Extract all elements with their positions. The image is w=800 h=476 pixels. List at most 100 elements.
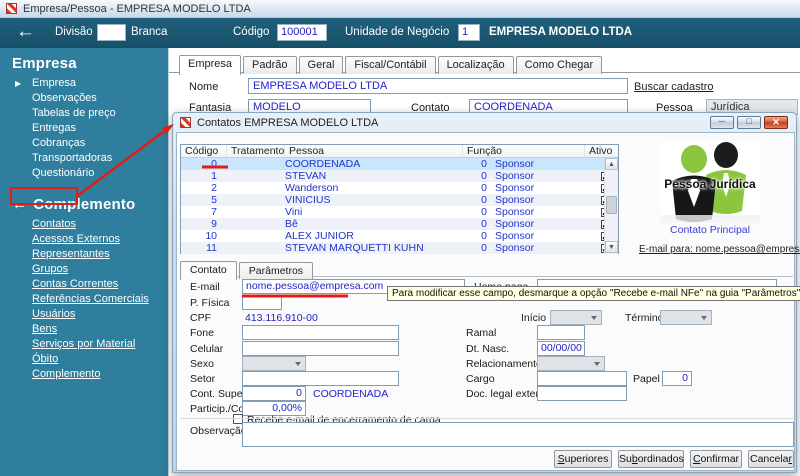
celular-label: Celular (190, 343, 224, 355)
divisao-label: Divisão (55, 26, 93, 38)
tab-empresa[interactable]: Empresa (179, 55, 242, 75)
selected-arrow-icon: ▶ (15, 79, 22, 88)
sidebar-item-usuarios[interactable]: Usuários (0, 307, 168, 322)
dtnasc-input[interactable]: 00/00/00 (537, 341, 585, 356)
sidebar-item-observacoes[interactable]: Observações (0, 91, 168, 106)
table-row[interactable]: 0 COORDENADA 0 Sponsor (181, 158, 618, 170)
main-tabstrip: Empresa Padrão Geral Fiscal/Contábil Localiz… (179, 54, 604, 75)
sidebar-item-cobrancas[interactable]: Cobranças (0, 136, 168, 151)
back-arrow-icon[interactable]: ← (16, 21, 35, 43)
confirmar-button[interactable]: Confirmar (690, 450, 742, 468)
papel-input[interactable]: 0 (662, 371, 692, 386)
table-row[interactable]: 10ALEX JUNIOR0Sponsor✓ (181, 230, 618, 242)
scroll-down-icon[interactable]: ▼ (605, 241, 618, 253)
cancelar-button[interactable]: Cancelar (748, 450, 794, 468)
setor-input[interactable] (242, 371, 399, 386)
tab-como-chegar[interactable]: Como Chegar (515, 56, 603, 74)
dialog-buttons: Superiores Subordinados Confirmar Cancelar (177, 450, 794, 468)
pfisica-input[interactable] (242, 295, 282, 310)
sidebar-section-empresa-items: ▶ Empresa Observações Tabelas de preço Entre… (0, 76, 168, 181)
contatos-dialog: Contatos EMPRESA MODELO LTDA ─ □ ✕ Códig… (172, 112, 800, 473)
sidebar-section-complemento: ← Complemento (12, 196, 136, 213)
table-row[interactable]: 5VINICIUS0Sponsor✓ (181, 194, 618, 206)
subordinados-button[interactable]: Subordinados (618, 450, 684, 468)
sidebar-item-entregas[interactable]: Entregas (0, 121, 168, 136)
setor-label: Setor (190, 373, 216, 385)
tab-padrao[interactable]: Padrão (243, 56, 297, 74)
celular-input[interactable] (242, 341, 399, 356)
dialog-body: Código Tratamento Pessoa Função Ativo 0C… (176, 132, 800, 471)
sidebar-item-questionario[interactable]: Questionário (0, 166, 168, 181)
inicio-select[interactable] (550, 310, 602, 325)
contato-principal-link[interactable]: Contato Principal (660, 224, 760, 236)
divisao-input[interactable] (97, 24, 126, 41)
ramal-input[interactable] (537, 325, 585, 340)
minimize-button[interactable]: ─ (710, 116, 734, 129)
sidebar-item-servicos-por-material[interactable]: Serviços por Material (0, 337, 168, 352)
maximize-button[interactable]: □ (737, 116, 761, 129)
table-row[interactable]: 7Vini0Sponsor✓ (181, 206, 618, 218)
sidebar-item-representantes[interactable]: Representantes (0, 247, 168, 262)
window-title: Empresa/Pessoa - EMPRESA MODELO LTDA (23, 2, 251, 15)
contacts-table-header: Código Tratamento Pessoa Função Ativo (181, 145, 618, 158)
observacao-textarea[interactable] (242, 422, 794, 447)
tab-geral[interactable]: Geral (298, 56, 344, 74)
fone-label: Fone (190, 327, 214, 339)
sidebar-item-contatos[interactable]: Contatos (0, 217, 168, 232)
sidebar-section-empresa: Empresa (12, 55, 77, 72)
sexo-label: Sexo (190, 358, 214, 370)
sidebar-item-tabelas-de-preco[interactable]: Tabelas de preço (0, 106, 168, 121)
unidade-input[interactable]: 1 (458, 24, 480, 41)
inicio-label: Início (521, 312, 547, 324)
relacionamento-select[interactable] (537, 356, 605, 371)
email-para-link[interactable]: E-mail para: nome.pessoa@empresa.com (639, 244, 800, 255)
sidebar-item-transportadoras[interactable]: Transportadoras (0, 151, 168, 166)
sidebar-item-empresa[interactable]: ▶ Empresa (0, 76, 168, 91)
table-scrollbar[interactable]: ▲ ▼ (604, 158, 618, 253)
tab-fiscal-contabil[interactable]: Fiscal/Contábil (345, 56, 436, 74)
sidebar-item-contas-correntes[interactable]: Contas Correntes (0, 277, 168, 292)
sidebar: Empresa ▶ Empresa Observações Tabelas de pr… (0, 48, 168, 476)
cont-superior-input[interactable]: 0 (242, 386, 306, 401)
termino-select[interactable] (660, 310, 712, 325)
dialog-tab-contato[interactable]: Contato (180, 261, 237, 280)
codigo-input[interactable]: 100001 (277, 24, 327, 41)
col-ativo[interactable]: Ativo (585, 145, 612, 157)
superiores-button[interactable]: Superiores (554, 450, 612, 468)
scroll-thumb[interactable] (606, 196, 617, 214)
pessoa-juridica-caption: Pessoa Jurídica (664, 177, 756, 191)
col-codigo[interactable]: Código (181, 145, 227, 157)
tab-localizacao[interactable]: Localização (437, 56, 514, 74)
left-arrow-icon: ← (12, 196, 28, 213)
sexo-select[interactable] (242, 356, 306, 371)
close-button[interactable]: ✕ (764, 116, 788, 129)
sidebar-item-bens[interactable]: Bens (0, 322, 168, 337)
sidebar-item-acessos-externos[interactable]: Acessos Externos (0, 232, 168, 247)
table-row[interactable]: 1STEVAN0Sponsor✓ (181, 170, 618, 182)
doc-legal-input[interactable] (537, 386, 627, 401)
divisao-suffix: Branca (131, 26, 168, 38)
sidebar-item-referencias-comerciais[interactable]: Referências Comerciais (0, 292, 168, 307)
sidebar-item-obito[interactable]: Óbito (0, 352, 168, 367)
sidebar-item-complemento[interactable]: Complemento (0, 367, 168, 382)
table-row[interactable]: 2Wanderson0Sponsor✓ (181, 182, 618, 194)
buscar-cadastro-link[interactable]: Buscar cadastro (634, 81, 713, 93)
app-titlebar: Empresa/Pessoa - EMPRESA MODELO LTDA (0, 0, 800, 18)
sidebar-item-grupos[interactable]: Grupos (0, 262, 168, 277)
col-funcao[interactable]: Função (463, 145, 585, 157)
dialog-titlebar[interactable]: Contatos EMPRESA MODELO LTDA (173, 113, 796, 132)
cpf-value: 413.116.910-00 (245, 312, 318, 324)
dialog-tabstrip: Contato Parâmetros (180, 260, 315, 280)
dtnasc-label: Dt. Nasc. (466, 343, 510, 355)
col-tratamento[interactable]: Tratamento (227, 145, 285, 157)
table-row[interactable]: 11STEVAN MARQUETTI KUHN0Sponsor✓ (181, 242, 618, 254)
dialog-tab-parametros[interactable]: Parâmetros (238, 262, 314, 279)
nome-input[interactable]: EMPRESA MODELO LTDA (248, 78, 628, 94)
cargo-input[interactable] (537, 371, 627, 386)
scroll-up-icon[interactable]: ▲ (605, 158, 618, 170)
papel-label: Papel (633, 373, 660, 385)
table-row[interactable]: 9Bê0Sponsor✓ (181, 218, 618, 230)
fone-input[interactable] (242, 325, 399, 340)
col-pessoa[interactable]: Pessoa (285, 145, 463, 157)
codigo-label: Código (233, 26, 270, 38)
